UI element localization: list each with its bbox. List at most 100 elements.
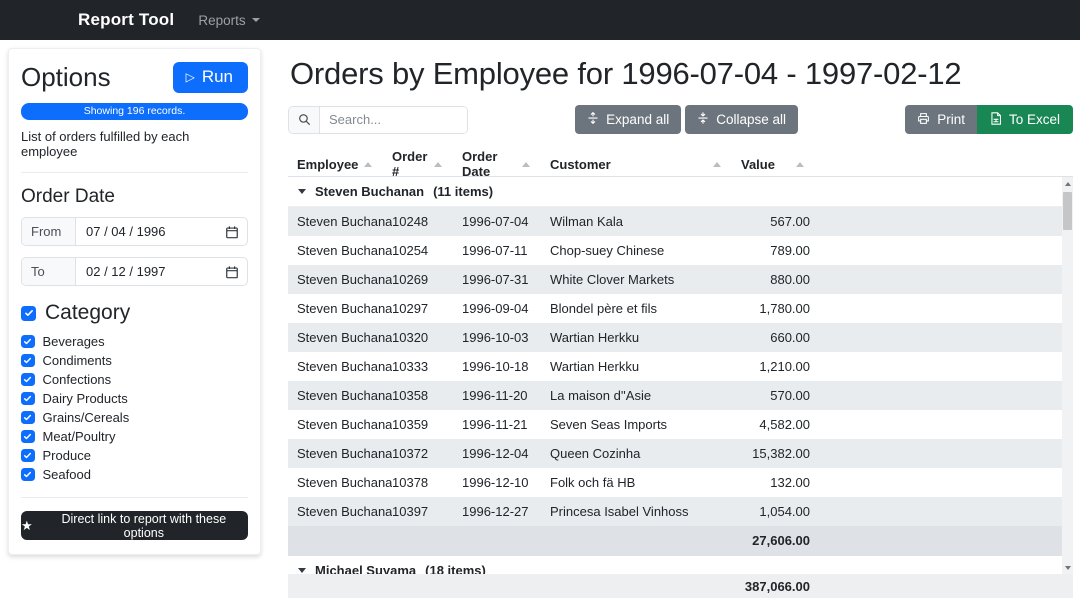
checkbox-checked-icon[interactable] — [21, 335, 35, 349]
calendar-icon[interactable] — [225, 218, 247, 245]
vertical-scrollbar[interactable] — [1062, 177, 1073, 574]
category-checkbox-item[interactable]: Grains/Cereals — [21, 408, 248, 427]
sort-arrow-icon[interactable] — [364, 162, 372, 167]
to-excel-button[interactable]: To Excel — [977, 105, 1073, 134]
cell-employee: Steven Buchanan — [297, 504, 392, 519]
group-item-count: (11 items) — [433, 184, 493, 199]
table-row[interactable]: Steven Buchanan 10359 1996-11-21 Seven S… — [288, 410, 1062, 439]
cell-customer: La maison d''Asie — [550, 388, 741, 403]
scroll-up-button[interactable] — [1062, 177, 1073, 190]
print-button[interactable]: Print — [905, 105, 977, 134]
column-header-order[interactable]: Order # — [392, 149, 462, 179]
column-header-employee[interactable]: Employee — [297, 157, 392, 172]
category-checkbox-item[interactable]: Condiments — [21, 351, 248, 370]
column-header-value[interactable]: Value — [741, 157, 810, 172]
cell-order-date: 1996-12-04 — [462, 446, 550, 461]
checkbox-checked-icon[interactable] — [21, 449, 35, 463]
group-header-row[interactable]: Michael Suyama (18 items) — [288, 555, 1062, 574]
cell-order-date: 1996-10-18 — [462, 359, 550, 374]
cell-order-date: 1996-12-27 — [462, 504, 550, 519]
category-item-label: Confections — [43, 372, 112, 387]
cell-value: 1,780.00 — [741, 301, 810, 316]
cell-employee: Steven Buchanan — [297, 359, 392, 374]
calendar-icon[interactable] — [225, 258, 247, 285]
collapse-all-button[interactable]: Collapse all — [685, 105, 798, 134]
search-group — [288, 106, 468, 134]
cell-employee: Steven Buchanan — [297, 214, 392, 229]
category-checkbox-item[interactable]: Produce — [21, 446, 248, 465]
app-brand[interactable]: Report Tool — [78, 10, 174, 30]
table-row[interactable]: Steven Buchanan 10378 1996-12-10 Folk oc… — [288, 468, 1062, 497]
column-header-customer[interactable]: Customer — [550, 157, 741, 172]
records-count-pill: Showing 196 records. — [21, 103, 248, 120]
table-row[interactable]: Steven Buchanan 10397 1996-12-27 Princes… — [288, 497, 1062, 526]
sort-arrow-icon[interactable] — [434, 162, 442, 167]
checkbox-checked-icon[interactable] — [21, 430, 35, 444]
cell-customer: Folk och fä HB — [550, 475, 741, 490]
cell-employee: Steven Buchanan — [297, 475, 392, 490]
sort-arrow-icon[interactable] — [522, 162, 530, 167]
group-header-row[interactable]: Steven Buchanan (11 items) — [288, 177, 1062, 207]
checkbox-checked-icon[interactable] — [21, 411, 35, 425]
date-to-value[interactable]: 02 / 12 / 1997 — [76, 258, 225, 285]
table-row[interactable]: Steven Buchanan 10269 1996-07-31 White C… — [288, 265, 1062, 294]
export-button-group: Print To Excel — [905, 105, 1073, 134]
collapse-all-label: Collapse all — [716, 112, 786, 127]
expand-all-button[interactable]: Expand all — [575, 105, 681, 134]
subtotal-value: 27,606.00 — [741, 533, 810, 548]
search-input[interactable] — [320, 107, 467, 133]
caret-down-icon[interactable] — [298, 189, 306, 194]
category-item-label: Grains/Cereals — [43, 410, 130, 425]
table-row[interactable]: Steven Buchanan 10248 1996-07-04 Wilman … — [288, 207, 1062, 236]
direct-link-button[interactable]: ★ Direct link to report with these optio… — [21, 511, 248, 540]
table-row[interactable]: Steven Buchanan 10358 1996-11-20 La mais… — [288, 381, 1062, 410]
date-from-value[interactable]: 07 / 04 / 1996 — [76, 218, 225, 245]
cell-employee: Steven Buchanan — [297, 272, 392, 287]
checkbox-checked-icon[interactable] — [21, 392, 35, 406]
category-all-checkbox[interactable] — [21, 306, 36, 321]
cell-order-date: 1996-10-03 — [462, 330, 550, 345]
caret-down-icon[interactable] — [298, 568, 306, 573]
search-icon — [289, 107, 320, 133]
scrollbar-thumb[interactable] — [1063, 192, 1072, 230]
options-title: Options — [21, 62, 111, 93]
run-button[interactable]: ▷ Run — [173, 62, 248, 93]
column-label: Order # — [392, 149, 434, 179]
cell-value: 570.00 — [741, 388, 810, 403]
date-to-field[interactable]: To 02 / 12 / 1997 — [21, 257, 248, 286]
category-checkbox-item[interactable]: Confections — [21, 370, 248, 389]
category-item-label: Beverages — [43, 334, 105, 349]
date-from-field[interactable]: From 07 / 04 / 1996 — [21, 217, 248, 246]
table-row[interactable]: Steven Buchanan 10372 1996-12-04 Queen C… — [288, 439, 1062, 468]
cell-order-date: 1996-07-11 — [462, 243, 550, 258]
cell-order-date: 1996-07-04 — [462, 214, 550, 229]
cell-value: 1,054.00 — [741, 504, 810, 519]
sort-arrow-icon[interactable] — [713, 162, 721, 167]
cell-order-number: 10254 — [392, 243, 462, 258]
checkbox-checked-icon[interactable] — [21, 373, 35, 387]
category-checkbox-item[interactable]: Seafood — [21, 465, 248, 484]
spreadsheet-file-icon — [990, 112, 1002, 128]
cell-customer: Blondel père et fils — [550, 301, 741, 316]
scroll-down-button[interactable] — [1062, 561, 1073, 574]
scroll-down-icon — [1065, 566, 1071, 570]
table-body: Steven Buchanan (11 items) Steven Buchan… — [288, 177, 1062, 574]
column-label: Customer — [550, 157, 611, 172]
checkbox-checked-icon[interactable] — [21, 354, 35, 368]
cell-customer: Princesa Isabel Vinhoss — [550, 504, 741, 519]
checkbox-checked-icon[interactable] — [21, 468, 35, 482]
printer-icon — [917, 112, 930, 128]
category-checkbox-item[interactable]: Meat/Poultry — [21, 427, 248, 446]
table-row[interactable]: Steven Buchanan 10320 1996-10-03 Wartian… — [288, 323, 1062, 352]
table-row[interactable]: Steven Buchanan 10254 1996-07-11 Chop-su… — [288, 236, 1062, 265]
cell-value: 1,210.00 — [741, 359, 810, 374]
category-checkbox-item[interactable]: Beverages — [21, 332, 248, 351]
order-date-heading: Order Date — [21, 186, 248, 208]
category-checkbox-item[interactable]: Dairy Products — [21, 389, 248, 408]
table-row[interactable]: Steven Buchanan 10297 1996-09-04 Blondel… — [288, 294, 1062, 323]
cell-order-number: 10297 — [392, 301, 462, 316]
nav-reports-menu[interactable]: Reports — [198, 13, 259, 28]
column-header-order-date[interactable]: Order Date — [462, 149, 550, 179]
table-row[interactable]: Steven Buchanan 10333 1996-10-18 Wartian… — [288, 352, 1062, 381]
sort-arrow-icon[interactable] — [796, 162, 804, 167]
